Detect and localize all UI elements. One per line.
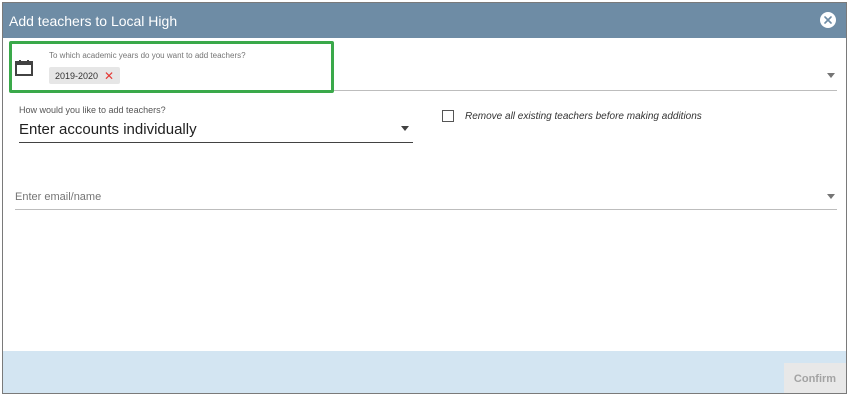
confirm-button[interactable]: Confirm: [784, 363, 846, 393]
add-method-value: Enter accounts individually: [19, 121, 197, 138]
close-button[interactable]: [820, 12, 836, 28]
email-name-field[interactable]: [15, 186, 837, 210]
remove-existing-label: Remove all existing teachers before maki…: [465, 110, 702, 122]
dialog-titlebar: Add teachers to Local High: [3, 3, 846, 38]
email-name-input[interactable]: [15, 188, 805, 206]
add-method-select[interactable]: How would you like to add teachers? Ente…: [19, 105, 413, 143]
add-method-label: How would you like to add teachers?: [19, 105, 166, 115]
remove-existing-checkbox[interactable]: [442, 110, 454, 122]
remove-existing-option[interactable]: Remove all existing teachers before maki…: [442, 110, 702, 122]
close-icon: [824, 16, 832, 24]
add-teachers-dialog: Add teachers to Local High To which acad…: [2, 2, 847, 394]
chevron-down-icon[interactable]: [827, 194, 835, 199]
dialog-title: Add teachers to Local High: [9, 12, 178, 29]
focus-highlight: [9, 41, 334, 93]
chevron-down-icon[interactable]: [401, 126, 409, 131]
dialog-footer: Confirm: [3, 351, 846, 393]
chevron-down-icon[interactable]: [827, 73, 835, 78]
